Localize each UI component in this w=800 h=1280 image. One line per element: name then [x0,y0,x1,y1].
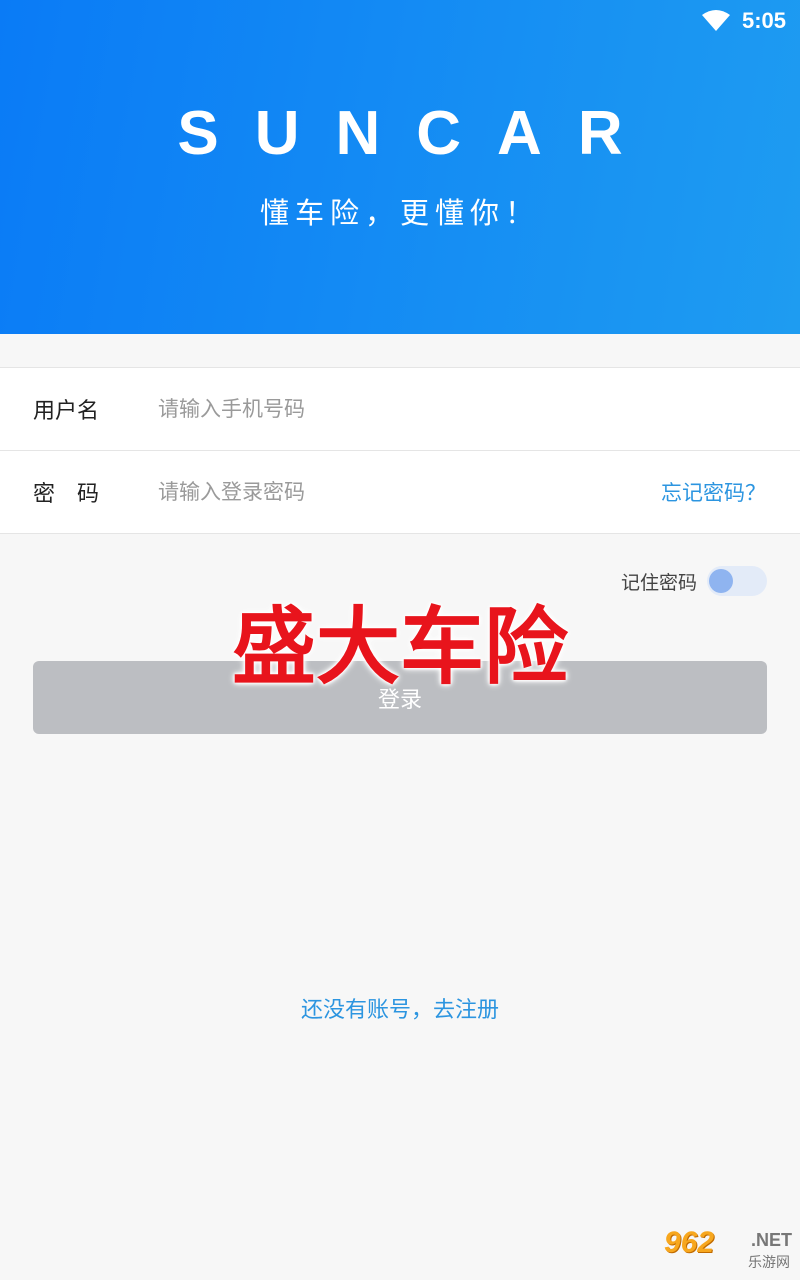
app-slogan: 懂车险，更懂你！ [259,196,540,230]
status-time: 5:05 [741,8,786,33]
password-row: 密 码 忘记密码？ [0,451,800,534]
username-row: 用户名 [0,368,800,451]
password-input[interactable] [158,480,588,504]
register-link[interactable]: 还没有账号，去注册 [0,992,800,1024]
watermark-logo: 962 .NET 乐游网 [658,1226,792,1272]
watermark-sub: 乐游网 [748,1254,790,1270]
username-input[interactable] [158,397,628,421]
login-form: 用户名 密 码 忘记密码？ [0,367,800,534]
username-label: 用户名 [33,399,100,424]
forgot-password-link[interactable]: 忘记密码？ [661,477,766,507]
header-banner: 5:05 SUNCAR 懂车险，更懂你！ [0,0,800,334]
status-bar: 5:05 [701,6,786,36]
watermark-main: 962 [664,1226,715,1259]
password-label: 密 码 [33,482,100,507]
watermark-net: .NET [750,1230,792,1250]
overlay-title: 盛大车险 [231,598,568,696]
wifi-icon [701,10,730,32]
app-brand: SUNCAR [177,99,659,168]
